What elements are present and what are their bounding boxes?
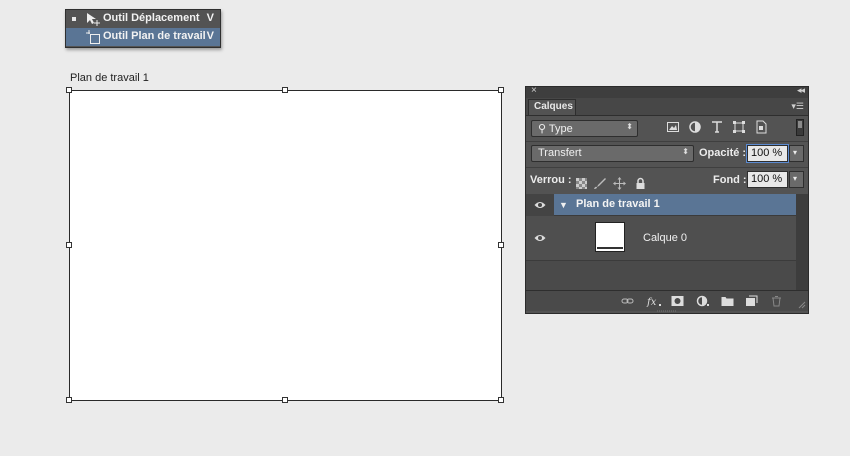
handle-middle-right[interactable] [498, 242, 504, 248]
artboard-tool-icon [86, 30, 100, 44]
tab-layers[interactable]: Calques [528, 99, 576, 115]
tab-layers-label: Calques [534, 101, 573, 112]
layer-row-artboard[interactable]: ▼ Plan de travail 1 [526, 194, 796, 216]
layer-row-calque[interactable]: Calque 0 [526, 216, 796, 261]
lock-position-icon[interactable] [613, 177, 626, 190]
fill-dropdown-button[interactable]: ▾ [789, 171, 804, 188]
lock-pixels-icon[interactable] [593, 177, 606, 190]
resize-grip-icon[interactable] [798, 301, 806, 309]
move-tool-item[interactable]: Outil Déplacement V [66, 10, 220, 28]
new-layer-icon[interactable] [745, 295, 758, 307]
type-filter-icon[interactable] [710, 120, 724, 134]
opacity-label: Opacité : [699, 147, 747, 159]
fill-input[interactable]: 100 % [747, 171, 788, 188]
handle-bottom-middle[interactable] [282, 397, 288, 403]
handle-top-middle[interactable] [282, 87, 288, 93]
close-panel-icon[interactable]: × [531, 85, 537, 96]
collapse-panel-icon[interactable]: ◂◂ [797, 85, 805, 96]
layers-panel: × ◂◂ Calques ▾☰ ⚲ Type ⬍ Transfert ⬍ Opa… [525, 85, 809, 314]
filter-kind-select[interactable]: ⚲ Type ⬍ [531, 120, 638, 137]
move-tool-shortcut: V [206, 12, 214, 24]
artboard-canvas[interactable] [69, 90, 502, 401]
blend-mode-select[interactable]: Transfert ⬍ [531, 145, 694, 162]
panel-tab-bar: Calques ▾☰ [526, 98, 808, 116]
handle-bottom-left[interactable] [66, 397, 72, 403]
layer-name: Calque 0 [643, 232, 688, 244]
artboard-title[interactable]: Plan de travail 1 [70, 72, 149, 84]
eye-icon [534, 235, 546, 241]
fill-value: 100 % [751, 173, 783, 185]
layer-mask-icon[interactable] [671, 295, 684, 307]
handle-bottom-right[interactable] [498, 397, 504, 403]
image-filter-icon[interactable] [666, 120, 680, 134]
fill-label: Fond : [713, 174, 747, 186]
adjustment-filter-icon[interactable] [688, 120, 702, 134]
artboard-tool-item[interactable]: Outil Plan de travail V [66, 28, 220, 46]
svg-text:fx: fx [646, 297, 657, 307]
filter-toggle[interactable] [796, 119, 804, 136]
eye-icon [534, 202, 546, 208]
lock-label: Verrou : [530, 174, 572, 186]
panel-header-bar: × ◂◂ [526, 85, 808, 98]
selected-marker [72, 17, 76, 21]
layers-list: ▼ Plan de travail 1 Calque 0 [526, 194, 796, 290]
updown-arrows-icon: ⬍ [682, 147, 689, 156]
panel-menu-icon[interactable]: ▾☰ [791, 101, 804, 112]
visibility-toggle[interactable] [526, 194, 554, 216]
updown-arrows-icon: ⬍ [626, 122, 633, 131]
divider [526, 167, 808, 168]
handle-top-right[interactable] [498, 87, 504, 93]
layers-scrollbar[interactable] [796, 194, 808, 290]
search-icon: ⚲ [538, 123, 547, 135]
blend-mode-value: Transfert [538, 147, 582, 159]
link-layers-icon[interactable] [621, 295, 634, 307]
handle-top-left[interactable] [66, 87, 72, 93]
filter-kind-value: Type [548, 123, 573, 135]
move-tool-icon [87, 13, 100, 26]
expand-triangle-icon[interactable]: ▼ [559, 200, 568, 210]
panel-resize-grip[interactable] [657, 310, 677, 313]
trash-icon[interactable] [770, 295, 783, 307]
divider [526, 141, 808, 142]
move-tool-label: Outil Déplacement [103, 12, 200, 24]
artboard-tool-shortcut: V [206, 30, 214, 42]
lock-all-icon[interactable] [634, 177, 647, 190]
layer-thumbnail [595, 222, 625, 252]
opacity-input[interactable]: 100 % [746, 144, 789, 163]
tool-flyout-menu: Outil Déplacement V Outil Plan de travai… [65, 9, 221, 48]
visibility-toggle[interactable] [526, 227, 554, 249]
handle-middle-left[interactable] [66, 242, 72, 248]
chevron-down-icon: ▾ [793, 174, 798, 183]
chevron-down-icon: ▾ [793, 148, 798, 157]
artboard-tool-label: Outil Plan de travail [103, 30, 206, 42]
smart-object-filter-icon[interactable] [754, 120, 768, 134]
layer-name: Plan de travail 1 [576, 198, 660, 210]
group-folder-icon[interactable] [721, 295, 734, 307]
panel-footer: fx [526, 290, 808, 311]
lock-transparency-icon[interactable] [575, 177, 588, 190]
opacity-value: 100 % [751, 147, 783, 159]
fx-icon[interactable]: fx [646, 295, 662, 307]
opacity-dropdown-button[interactable]: ▾ [789, 145, 804, 162]
adjustment-layer-icon[interactable] [696, 295, 709, 307]
shape-filter-icon[interactable] [732, 120, 746, 134]
